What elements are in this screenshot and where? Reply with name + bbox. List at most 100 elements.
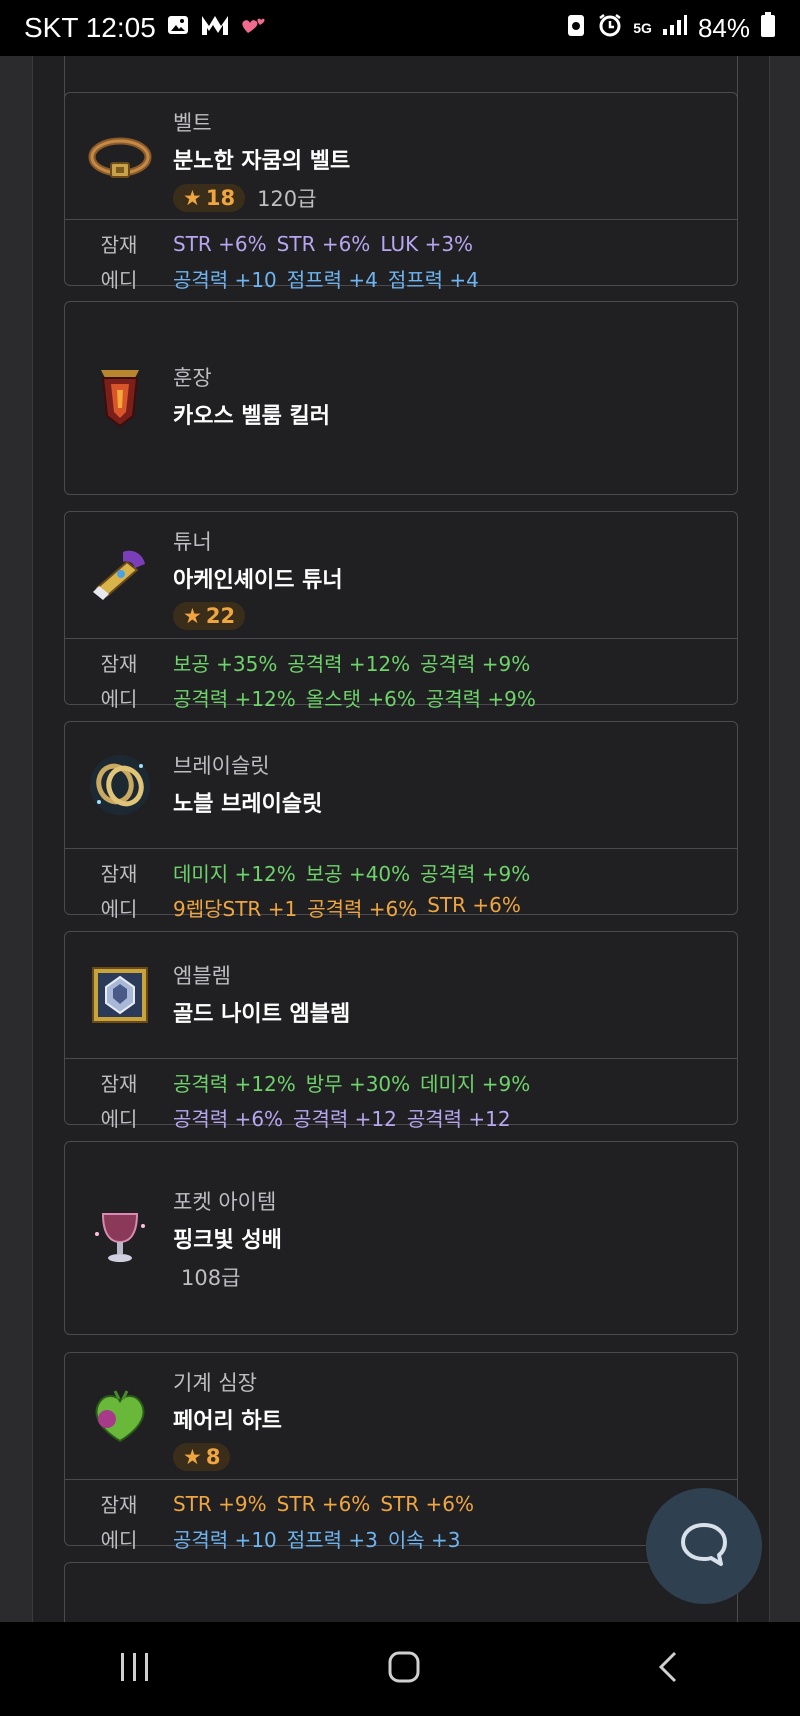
additional-row: 에디 공격력 +12% 올스탯 +6% 공격력 +9% — [65, 680, 737, 715]
chalice-icon — [87, 1204, 153, 1270]
chat-button[interactable] — [646, 1488, 762, 1604]
item-type: 훈장 — [173, 366, 212, 390]
potential-label: 잠재 — [100, 233, 138, 257]
m-app-icon — [200, 12, 230, 44]
item-name: 카오스 벨룸 킬러 — [173, 404, 330, 429]
network-icon: 5G — [633, 20, 652, 36]
additional-value: 올스탯 +6% — [305, 687, 416, 711]
potential-value: 보공 +40% — [305, 862, 411, 886]
additional-value: 공격력 +12% — [173, 687, 296, 711]
medal-icon — [87, 364, 153, 430]
potential-label: 잠재 — [100, 652, 138, 676]
potential-label: 잠재 — [100, 1072, 138, 1096]
emblem-icon — [87, 962, 153, 1028]
potential-row: 잠재 STR +9% STR +6% STR +6% — [65, 1486, 737, 1521]
potential-row: 잠재 STR +6% STR +6% LUK +3% — [65, 226, 737, 261]
item-level: 108급 — [181, 1266, 241, 1290]
signal-icon — [662, 13, 688, 44]
battery-icon — [760, 11, 776, 45]
navigation-bar — [0, 1622, 800, 1716]
potential-value: 데미지 +9% — [420, 1072, 531, 1096]
additional-row: 에디 공격력 +6% 공격력 +12 공격력 +12 — [65, 1100, 737, 1135]
additional-label: 에디 — [100, 897, 138, 921]
potential-value: 방무 +30% — [305, 1072, 411, 1096]
potential-label: 잠재 — [100, 862, 138, 886]
option-section: 잠재 STR +9% STR +6% STR +6% 에디 공격력 +10 점프… — [65, 1479, 737, 1560]
item-card-emblem[interactable]: 엠블렘 골드 나이트 엠블렘 잠재 공격력 +12% 방무 +30% 데미지 +… — [64, 931, 738, 1131]
item-card-belt[interactable]: 벨트 분노한 자쿰의 벨트 ★ 18 120급 잠재 STR +6% STR +6… — [64, 92, 738, 292]
home-icon[interactable] — [387, 1650, 421, 1688]
potential-value: STR +6% — [173, 231, 267, 256]
star-count: 22 — [205, 604, 236, 628]
item-name: 노블 브레이슬릿 — [173, 792, 323, 817]
potential-value: STR +6% — [380, 1491, 474, 1516]
potential-value: 공격력 +12% — [287, 652, 411, 676]
carrier-time: SKT 12:05 — [24, 12, 156, 43]
item-level: 120급 — [257, 187, 317, 211]
chat-bubble-icon — [679, 1521, 729, 1571]
option-section: 잠재 보공 +35% 공격력 +12% 공격력 +9% 에디 공격력 +12% … — [65, 638, 737, 719]
item-type: 브레이슬릿 — [173, 754, 270, 778]
star-badge: ★ 22 — [173, 602, 246, 630]
star-count: 18 — [205, 186, 236, 210]
star-badge: ★ 18 — [173, 184, 246, 212]
additional-value: 공격력 +6% — [173, 1107, 284, 1131]
star-icon: ★ — [183, 604, 202, 628]
additional-value: 공격력 +9% — [425, 687, 536, 711]
potential-value: 데미지 +12% — [173, 862, 296, 886]
star-badge: ★ 8 — [173, 1443, 231, 1471]
recent-apps-icon[interactable] — [117, 1651, 153, 1687]
potential-value: STR +6% — [276, 231, 371, 256]
star-count: 8 — [205, 1445, 221, 1469]
additional-value: 점프력 +4 — [286, 268, 378, 292]
item-type: 벨트 — [173, 111, 212, 135]
potential-value: 공격력 +9% — [420, 652, 531, 676]
alarm-icon — [597, 12, 623, 45]
hearts-icon — [240, 12, 268, 44]
additional-value: 공격력 +12 — [406, 1107, 511, 1131]
tuner-icon — [87, 542, 153, 608]
item-name: 골드 나이트 엠블렘 — [173, 1002, 351, 1027]
item-type: 포켓 아이템 — [173, 1190, 277, 1214]
additional-value: 9렙당STR +1 — [173, 897, 298, 921]
item-card-pocket[interactable]: 포켓 아이템 핑크빛 성배 108급 — [64, 1141, 738, 1335]
additional-value: 공격력 +12 — [293, 1107, 397, 1131]
additional-value: 공격력 +10 — [173, 268, 277, 292]
additional-value: 공격력 +6% — [307, 897, 418, 921]
additional-label: 에디 — [100, 1528, 138, 1552]
item-type: 기계 심장 — [173, 1371, 257, 1395]
potential-value: 보공 +35% — [173, 652, 278, 676]
lock-icon — [565, 12, 587, 45]
potential-value: STR +9% — [173, 1491, 267, 1516]
back-icon[interactable] — [655, 1650, 683, 1688]
item-name: 페어리 하트 — [173, 1409, 282, 1434]
item-name: 핑크빛 성배 — [173, 1228, 282, 1253]
item-name: 아케인셰이드 튜너 — [173, 568, 343, 593]
item-card-partial-bottom[interactable] — [64, 1562, 738, 1622]
potential-value: 공격력 +12% — [173, 1072, 296, 1096]
option-section: 잠재 공격력 +12% 방무 +30% 데미지 +9% 에디 공격력 +6% 공… — [65, 1058, 737, 1139]
potential-value: 공격력 +9% — [420, 862, 531, 886]
additional-label: 에디 — [100, 687, 138, 711]
additional-label: 에디 — [100, 1107, 138, 1131]
equipment-list-view[interactable]: 벨트 분노한 자쿰의 벨트 ★ 18 120급 잠재 STR +6% STR +6… — [0, 56, 800, 1622]
item-type: 엠블렘 — [173, 964, 231, 988]
item-card-tuner[interactable]: 튜너 아케인셰이드 튜너 ★ 22 잠재 보공 +35% 공격력 +12% 공격력… — [64, 511, 738, 711]
belt-icon — [87, 123, 153, 189]
item-name: 분노한 자쿰의 벨트 — [173, 149, 351, 174]
star-icon: ★ — [183, 1445, 202, 1469]
item-card-heart[interactable]: 기계 심장 페어리 하트 ★ 8 잠재 STR +9% STR +6% STR +… — [64, 1352, 738, 1552]
additional-row: 에디 공격력 +10 점프력 +4 점프력 +4 — [65, 261, 737, 296]
status-bar: SKT 12:05 5G 84% — [0, 0, 800, 56]
gallery-icon — [166, 12, 190, 44]
additional-row: 에디 9렙당STR +1 공격력 +6% STR +6% — [65, 890, 737, 925]
additional-value: 이속 +3 — [387, 1528, 461, 1552]
additional-value: 점프력 +3 — [286, 1528, 378, 1552]
item-card-bracelet[interactable]: 브레이슬릿 노블 브레이슬릿 잠재 데미지 +12% 보공 +40% 공격력 +… — [64, 721, 738, 921]
additional-value: 점프력 +4 — [387, 268, 479, 292]
item-card-medal[interactable]: 훈장 카오스 벨룸 킬러 — [64, 301, 738, 495]
heart-icon — [87, 1383, 153, 1449]
potential-label: 잠재 — [100, 1493, 138, 1517]
potential-value: STR +6% — [276, 1491, 371, 1516]
additional-value: STR +6% — [427, 893, 521, 917]
